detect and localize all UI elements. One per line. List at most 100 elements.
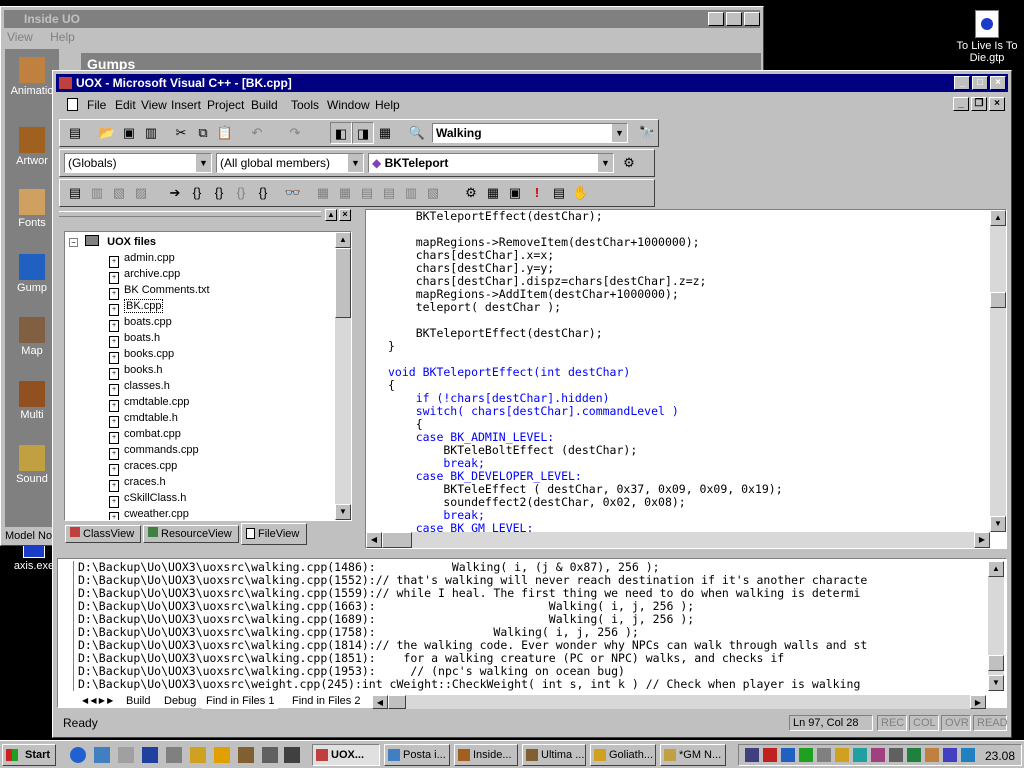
- cut-icon[interactable]: ✂: [170, 122, 192, 144]
- build-icon[interactable]: ▥: [86, 182, 108, 204]
- file-item[interactable]: + admin.cpp: [109, 250, 175, 268]
- compile-icon[interactable]: ▤: [64, 182, 86, 204]
- sidebar-item-map[interactable]: Map: [5, 317, 59, 357]
- menu-tools[interactable]: Tools: [291, 98, 319, 112]
- tab-build[interactable]: Build: [122, 694, 154, 709]
- scroll-down-button[interactable]: ▼: [988, 675, 1004, 691]
- menu-project[interactable]: Project: [207, 98, 244, 112]
- menu-build[interactable]: Build: [251, 98, 278, 112]
- registers-icon[interactable]: ▤: [356, 182, 378, 204]
- breakpoint-icon[interactable]: ▤: [548, 182, 570, 204]
- chevron-down-icon[interactable]: ▼: [195, 154, 211, 172]
- file-item[interactable]: + BK.cpp: [109, 298, 164, 316]
- background-window-titlebar[interactable]: Inside UO _ □ ×: [4, 10, 760, 28]
- pane-maximize-button[interactable]: ▲: [325, 209, 337, 221]
- sidebar-item-artwork[interactable]: Artwor: [5, 127, 59, 167]
- undo-icon[interactable]: ↶: [246, 122, 268, 144]
- output-text[interactable]: D:\Backup\Uo\UOX3\uoxsrc\walking.cpp(148…: [78, 561, 988, 693]
- sidebar-item-animation[interactable]: Animatio: [5, 57, 59, 97]
- code-line[interactable]: switch( chars[destChar].commandLevel ): [388, 405, 679, 418]
- close-button[interactable]: ×: [990, 76, 1006, 90]
- app-icon-2[interactable]: [190, 747, 206, 763]
- stop-build-icon[interactable]: ▣: [504, 182, 526, 204]
- find-combo[interactable]: Walking ▼: [432, 123, 628, 143]
- output-toggle-icon[interactable]: ◨: [352, 122, 374, 144]
- scroll-up-button[interactable]: ▲: [990, 210, 1006, 226]
- chevron-down-icon[interactable]: ▼: [597, 154, 613, 172]
- file-item[interactable]: + BK Comments.txt: [109, 282, 210, 300]
- desktop-icon-to-live[interactable]: To Live Is To Die.gtp: [950, 10, 1024, 66]
- find-icon[interactable]: 🔭: [636, 122, 658, 144]
- start-button[interactable]: Start: [2, 744, 56, 766]
- sidebar-item-gumps[interactable]: Gump: [5, 254, 59, 294]
- visual-cpp-window[interactable]: UOX - Microsoft Visual C++ - [BK.cpp] _ …: [52, 70, 1012, 738]
- task-inside[interactable]: Inside...: [454, 744, 518, 766]
- desktop-icon[interactable]: [118, 747, 134, 763]
- file-item[interactable]: + commands.cpp: [109, 442, 199, 460]
- task-posta[interactable]: Posta i...: [384, 744, 450, 766]
- file-item[interactable]: + craces.h: [109, 474, 166, 492]
- batch-icon[interactable]: ▨: [130, 182, 152, 204]
- tray-icon-5[interactable]: [817, 748, 831, 762]
- scroll-up-button[interactable]: ▲: [335, 232, 351, 248]
- sidebar-item-sound[interactable]: Sound: [5, 445, 59, 485]
- file-item[interactable]: + cmdtable.h: [109, 410, 178, 428]
- file-item[interactable]: + books.cpp: [109, 346, 174, 364]
- task-uox[interactable]: UOX...: [312, 744, 380, 766]
- app-icon-4[interactable]: [262, 747, 278, 763]
- scroll-thumb[interactable]: [335, 248, 351, 318]
- menu-help[interactable]: Help: [50, 30, 75, 44]
- app-icon-5[interactable]: [284, 747, 300, 763]
- doc-restore-button[interactable]: ❐: [971, 97, 987, 111]
- workspace-toggle-icon[interactable]: ◧: [330, 122, 352, 144]
- sidebar-item-fonts[interactable]: Fonts: [5, 189, 59, 229]
- task-goliath[interactable]: Goliath...: [590, 744, 656, 766]
- task-ultima[interactable]: Ultima ...: [522, 744, 586, 766]
- tray-icon-9[interactable]: [889, 748, 903, 762]
- tray-icon-2[interactable]: [763, 748, 777, 762]
- editor-hscrollbar[interactable]: ◀ ▶: [366, 532, 990, 548]
- scroll-thumb[interactable]: [382, 532, 412, 548]
- sidebar-item-multi[interactable]: Multi: [5, 381, 59, 421]
- scroll-left-button[interactable]: ◀: [366, 532, 382, 548]
- pane-close-button[interactable]: ×: [339, 209, 351, 221]
- step-out-icon[interactable]: {}: [230, 182, 252, 204]
- file-item[interactable]: + craces.cpp: [109, 458, 177, 476]
- tray-icon-6[interactable]: [835, 748, 849, 762]
- tray-icon-7[interactable]: [853, 748, 867, 762]
- file-item[interactable]: + cmdtable.cpp: [109, 394, 189, 412]
- maximize-button[interactable]: □: [972, 76, 988, 90]
- scroll-up-button[interactable]: ▲: [988, 561, 1004, 577]
- disassembly-icon[interactable]: ▧: [422, 182, 444, 204]
- minimize-button[interactable]: _: [708, 12, 724, 26]
- tray-icon-1[interactable]: [745, 748, 759, 762]
- outlook-icon[interactable]: [94, 747, 110, 763]
- build-project-icon[interactable]: ▦: [482, 182, 504, 204]
- find-in-files-icon[interactable]: 🔍: [406, 122, 428, 144]
- close-button[interactable]: ×: [744, 12, 760, 26]
- code-line[interactable]: BKTeleportEffect(destChar);: [388, 210, 603, 223]
- redo-icon[interactable]: ↷: [284, 122, 306, 144]
- document-icon[interactable]: [67, 98, 78, 111]
- file-item[interactable]: + cSkillClass.h: [109, 490, 186, 508]
- minimize-button[interactable]: _: [954, 76, 970, 90]
- tray-icon-3[interactable]: [781, 748, 795, 762]
- menu-window[interactable]: Window: [327, 98, 370, 112]
- channels-icon[interactable]: [142, 747, 158, 763]
- wizard-action-icon[interactable]: ⚙: [618, 152, 640, 174]
- tab-resourceview[interactable]: ResourceView: [143, 525, 239, 543]
- doc-minimize-button[interactable]: _: [953, 97, 969, 111]
- chevron-down-icon[interactable]: ▼: [347, 154, 363, 172]
- scroll-thumb[interactable]: [988, 655, 1004, 671]
- save-icon[interactable]: ▣: [118, 122, 140, 144]
- tray-icon-4[interactable]: [799, 748, 813, 762]
- file-item[interactable]: + combat.cpp: [109, 426, 181, 444]
- open-icon[interactable]: 📂: [96, 122, 118, 144]
- window-titlebar[interactable]: UOX - Microsoft Visual C++ - [BK.cpp] _ …: [56, 74, 1008, 92]
- clock[interactable]: 23.08: [985, 749, 1015, 763]
- task-gm-notes[interactable]: *GM N...: [660, 744, 726, 766]
- output-line[interactable]: D:\Backup\Uo\UOX3\uoxsrc\weight.cpp(245)…: [78, 678, 860, 691]
- watch-icon[interactable]: ▦: [312, 182, 334, 204]
- compile-file-icon[interactable]: ⚙: [460, 182, 482, 204]
- maximize-button[interactable]: □: [726, 12, 742, 26]
